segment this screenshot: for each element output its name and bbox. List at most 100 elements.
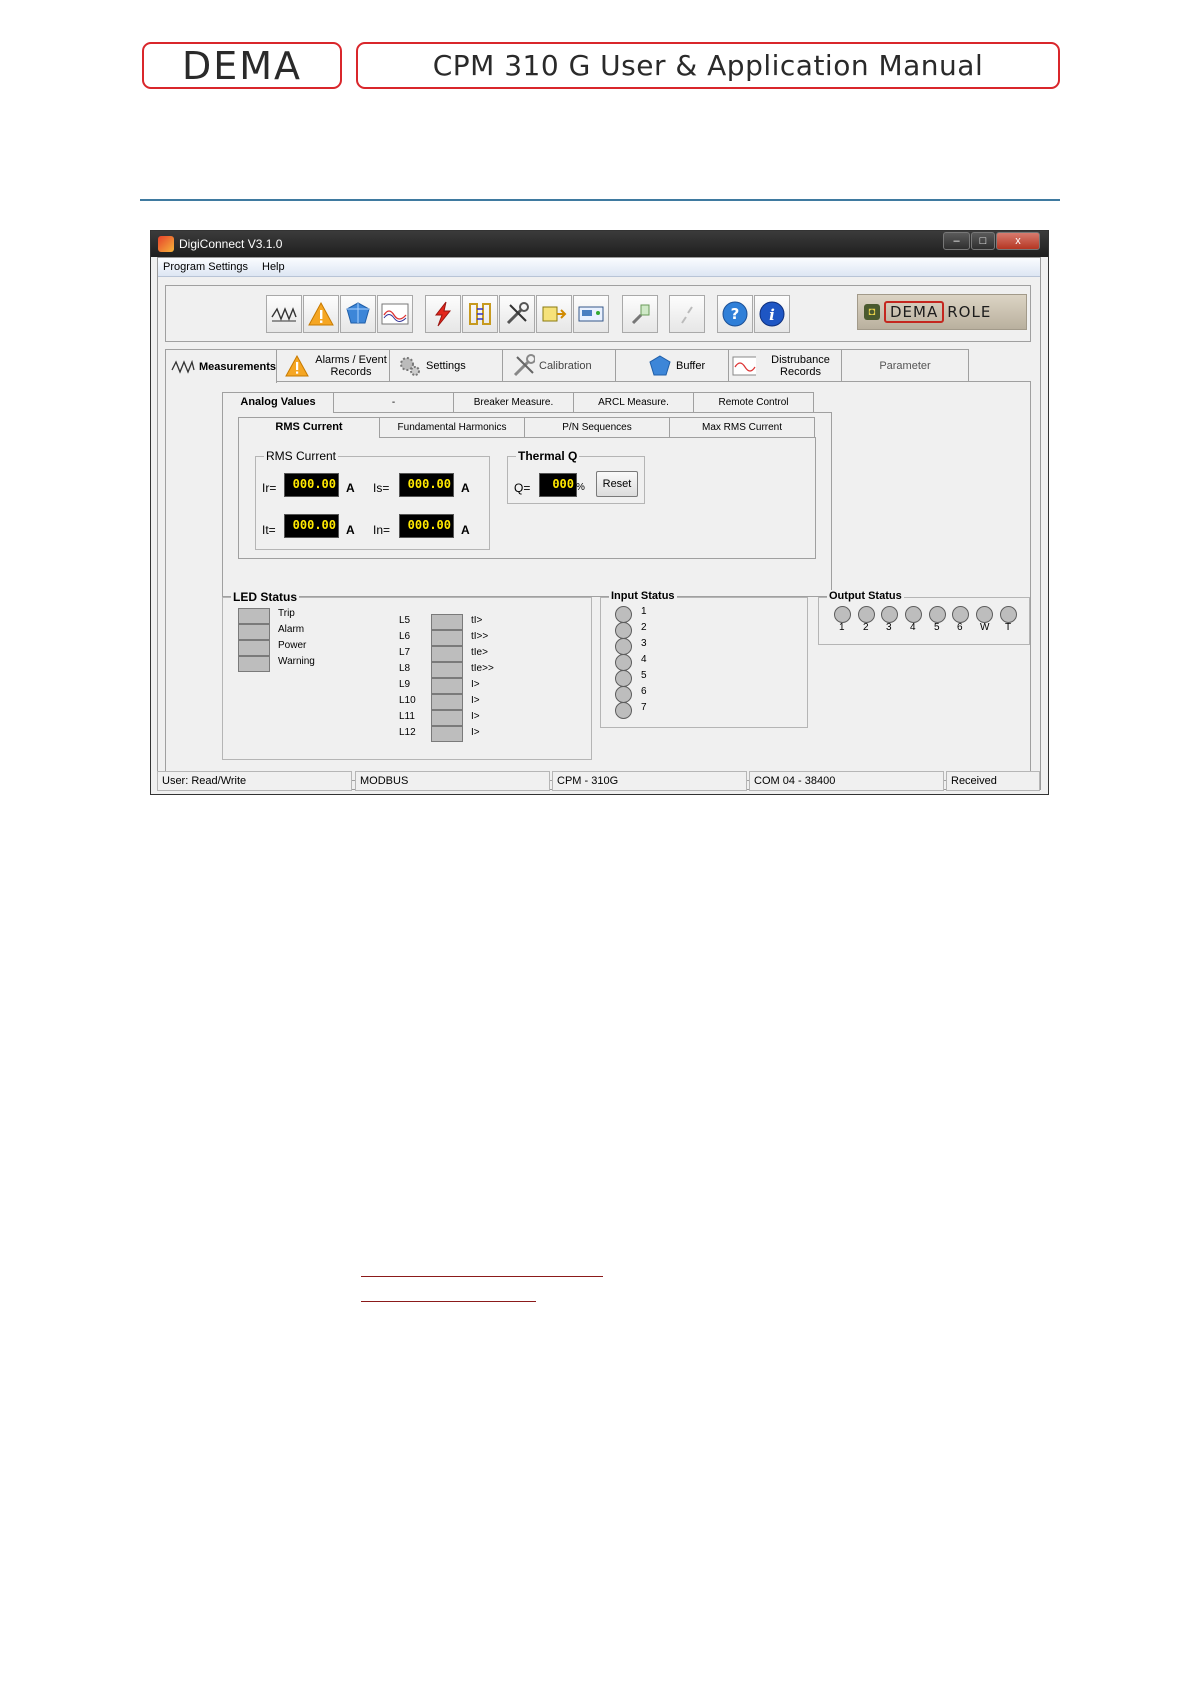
tab-settings[interactable]: Settings bbox=[389, 349, 503, 382]
subtab-rms-current[interactable]: RMS Current bbox=[238, 417, 380, 438]
help-icon: ? bbox=[722, 301, 748, 327]
tab-parameter[interactable]: Parameter bbox=[841, 349, 969, 382]
help-tool-button[interactable]: ? bbox=[717, 295, 753, 333]
led-id: L11 bbox=[399, 711, 415, 722]
ir-unit: A bbox=[346, 481, 355, 495]
connect-tool-button[interactable] bbox=[622, 295, 658, 333]
group-title: Thermal Q bbox=[516, 449, 580, 463]
chart-icon bbox=[732, 354, 756, 378]
status-device: CPM - 310G bbox=[552, 771, 747, 791]
analog-values-panel: RMS Current Fundamental Harmonics P/N Se… bbox=[222, 412, 832, 597]
input-label: 1 bbox=[641, 606, 647, 617]
led-l7-label: tIe> bbox=[471, 647, 488, 658]
chart-icon bbox=[381, 303, 409, 325]
maximize-button[interactable]: □ bbox=[971, 232, 995, 250]
input-label: 7 bbox=[641, 702, 647, 713]
led-power bbox=[238, 640, 270, 656]
toolbar: ? i ◘ DEMA ROLE bbox=[165, 285, 1031, 342]
q-display: 000 bbox=[539, 473, 577, 497]
ir-label: Ir= bbox=[262, 481, 277, 495]
input-5-indicator bbox=[615, 670, 632, 687]
output-status-group: Output Status 1 2 3 4 5 6 W T bbox=[818, 590, 1030, 645]
transformer-tool-button[interactable] bbox=[462, 295, 498, 333]
tab-buffer[interactable]: Buffer bbox=[615, 349, 729, 382]
group-title: Output Status bbox=[827, 590, 904, 602]
is-display: 000.00 bbox=[399, 473, 454, 497]
output-t-indicator bbox=[1000, 606, 1017, 623]
input-7-indicator bbox=[615, 702, 632, 719]
led-id: L10 bbox=[399, 695, 416, 706]
in-unit: A bbox=[461, 523, 470, 537]
led-l8-label: tIe>> bbox=[471, 663, 494, 674]
device-icon bbox=[578, 306, 604, 322]
subtab-remote-control[interactable]: Remote Control bbox=[693, 392, 814, 412]
menu-bar: Program Settings Help bbox=[158, 258, 1040, 277]
close-button[interactable]: x bbox=[996, 232, 1040, 250]
q-unit: % bbox=[576, 482, 585, 493]
window-client: Program Settings Help ? i ◘ DEMA ROLE Me… bbox=[157, 257, 1041, 790]
led-id: L12 bbox=[399, 727, 416, 738]
tools-tool-button[interactable] bbox=[499, 295, 535, 333]
status-user: User: Read/Write bbox=[157, 771, 352, 791]
gears-icon bbox=[398, 354, 422, 378]
tab-disturbance-records[interactable]: Distrubance Records bbox=[728, 349, 842, 382]
is-label: Is= bbox=[373, 481, 390, 495]
input-label: 6 bbox=[641, 686, 647, 697]
reset-button[interactable]: Reset bbox=[596, 471, 638, 497]
menu-help[interactable]: Help bbox=[262, 261, 285, 273]
tab-label: Alarms / Event Records bbox=[315, 354, 387, 378]
led-l9 bbox=[431, 678, 463, 694]
tools-icon bbox=[511, 354, 535, 378]
rms-current-group: RMS Current Ir= 000.00 A Is= 000.00 A It… bbox=[255, 449, 490, 550]
logic-icon bbox=[542, 306, 567, 322]
led-l7 bbox=[431, 646, 463, 662]
alarms-tool-button[interactable] bbox=[303, 295, 339, 333]
output-label: 5 bbox=[934, 622, 940, 633]
app-icon bbox=[158, 236, 174, 252]
output-label: 3 bbox=[886, 622, 892, 633]
led-l10 bbox=[431, 694, 463, 710]
led-l11 bbox=[431, 710, 463, 726]
subtab-blank[interactable]: - bbox=[333, 392, 454, 412]
subtab-pn-sequences[interactable]: P/N Sequences bbox=[524, 417, 670, 437]
input-label: 2 bbox=[641, 622, 647, 633]
tab-label: Settings bbox=[426, 360, 466, 372]
disconnect-tool-button[interactable] bbox=[669, 295, 705, 333]
subtab-arcl-measure[interactable]: ARCL Measure. bbox=[573, 392, 694, 412]
output-label: T bbox=[1005, 622, 1012, 633]
logic-tool-button[interactable] bbox=[536, 295, 572, 333]
output-4-indicator bbox=[905, 606, 922, 623]
led-id: L9 bbox=[399, 679, 411, 690]
tab-calibration[interactable]: Calibration bbox=[502, 349, 616, 382]
output-label: 6 bbox=[957, 622, 963, 633]
tab-alarms-events[interactable]: Alarms / Event Records bbox=[276, 349, 390, 382]
link-underline bbox=[361, 1276, 603, 1277]
subtab-fundamental-harmonics[interactable]: Fundamental Harmonics bbox=[379, 417, 525, 437]
it-display: 000.00 bbox=[284, 514, 339, 538]
led-l5-label: tI> bbox=[471, 615, 483, 626]
tab-measurements[interactable]: Measurements bbox=[165, 349, 277, 383]
rms-current-page: RMS Current Ir= 000.00 A Is= 000.00 A It… bbox=[238, 437, 816, 559]
led-id: L7 bbox=[399, 647, 411, 658]
subtab-analog-values[interactable]: Analog Values bbox=[222, 392, 334, 413]
device-tool-button[interactable] bbox=[573, 295, 609, 333]
manual-title: CPM 310 G User & Application Manual bbox=[356, 42, 1060, 89]
buffer-tool-button[interactable] bbox=[340, 295, 376, 333]
status-port: COM 04 - 38400 bbox=[749, 771, 944, 791]
input-status-group: Input Status 1 2 3 4 5 6 7 bbox=[600, 590, 808, 728]
subtab-max-rms-current[interactable]: Max RMS Current bbox=[669, 417, 815, 437]
plug-icon bbox=[631, 304, 650, 325]
menu-program-settings[interactable]: Program Settings bbox=[163, 261, 248, 273]
fault-tool-button[interactable] bbox=[425, 295, 461, 333]
about-tool-button[interactable]: i bbox=[754, 295, 790, 333]
disturbance-tool-button[interactable] bbox=[377, 295, 413, 333]
led-l12-label: I> bbox=[471, 727, 480, 738]
minimize-button[interactable]: – bbox=[943, 232, 970, 250]
tab-label: Parameter bbox=[879, 360, 931, 372]
status-protocol: MODBUS bbox=[355, 771, 550, 791]
subtab-breaker-measure[interactable]: Breaker Measure. bbox=[453, 392, 574, 412]
tab-label: Calibration bbox=[539, 360, 592, 372]
tab-label: Measurements bbox=[199, 360, 277, 373]
measurements-tool-button[interactable] bbox=[266, 295, 302, 333]
transformer-icon bbox=[469, 303, 491, 325]
